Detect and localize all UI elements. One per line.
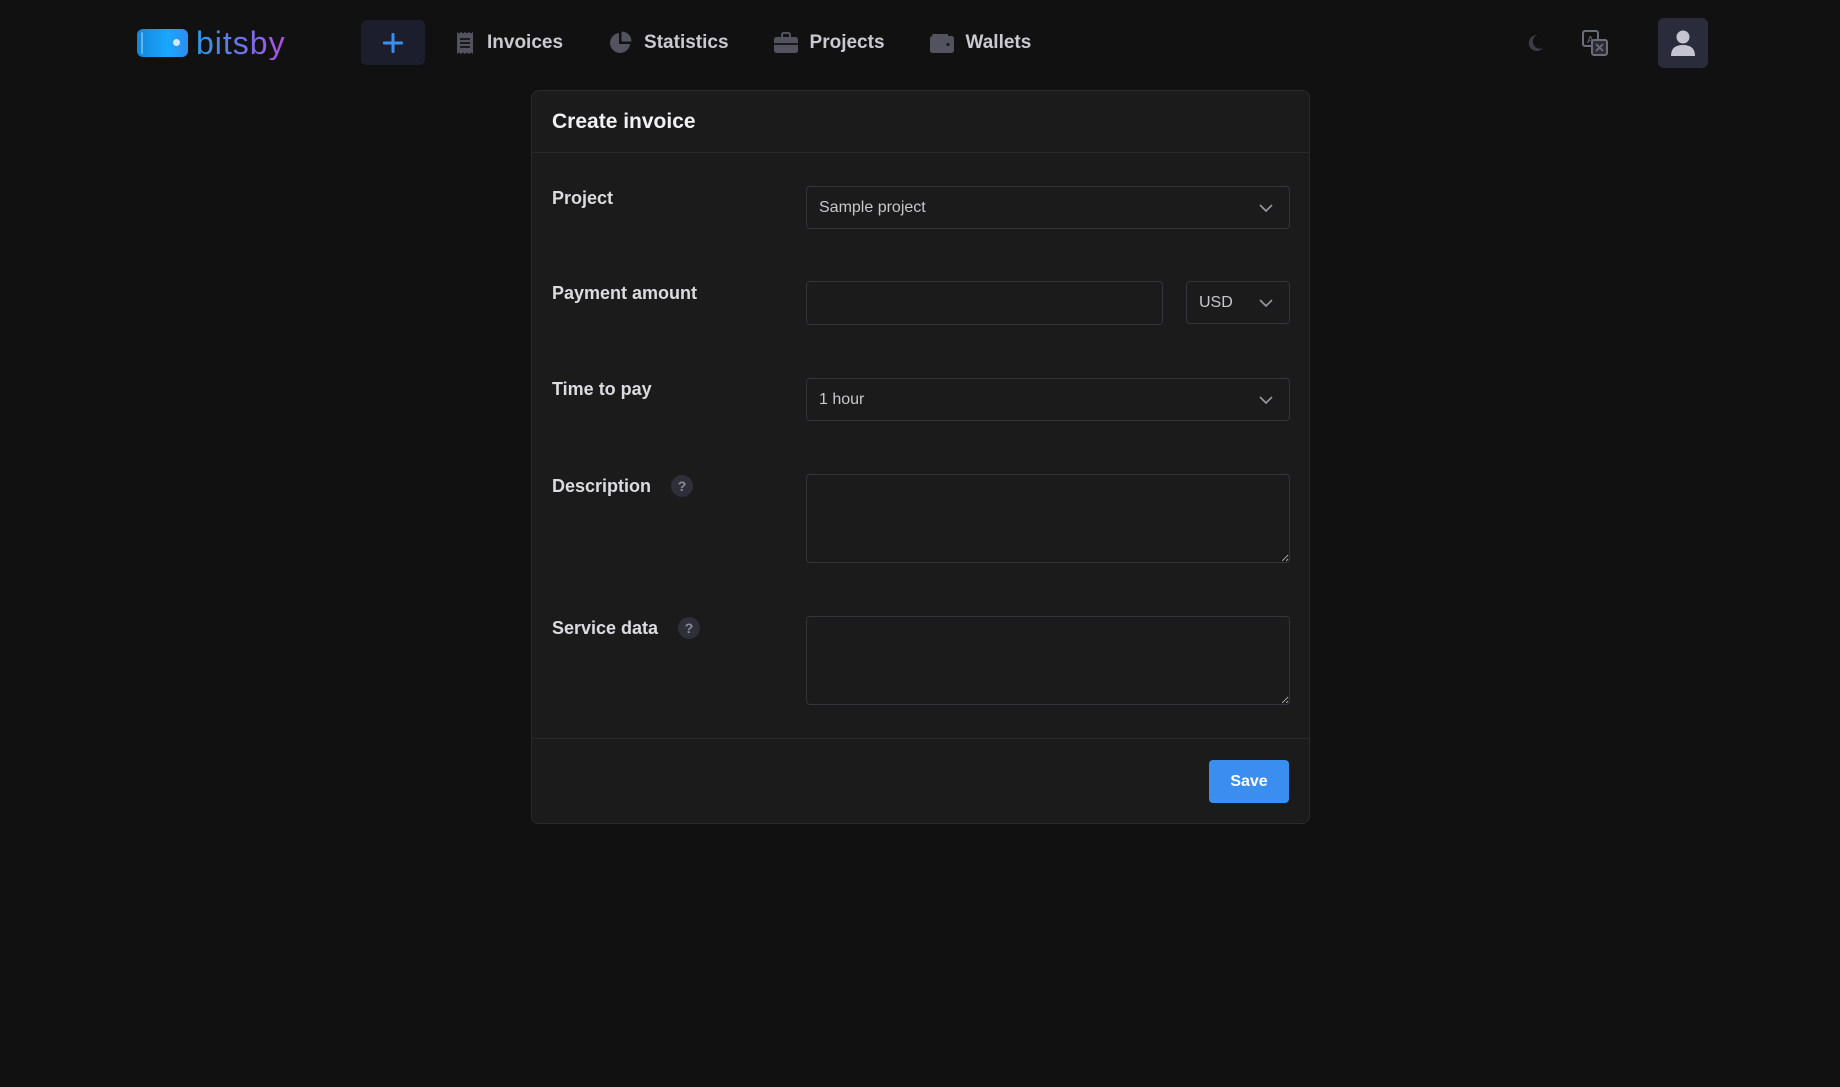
user-icon (1671, 30, 1695, 56)
time-to-pay-select[interactable]: 1 hour (806, 378, 1290, 421)
help-icon[interactable]: ? (678, 617, 701, 639)
card-footer: Save (532, 738, 1309, 824)
currency-select[interactable]: USD (1186, 281, 1290, 324)
description-label: Description (552, 475, 652, 496)
briefcase-icon (773, 31, 798, 53)
chevron-down-icon (1259, 298, 1273, 307)
profile-button[interactable] (1658, 18, 1708, 68)
nav-item-wallets[interactable]: Wallets (929, 20, 1032, 65)
project-select-value: Sample project (819, 198, 926, 216)
help-icon[interactable]: ? (671, 475, 694, 497)
theme-toggle-button[interactable] (1520, 28, 1550, 58)
receipt-icon (457, 31, 473, 54)
create-invoice-button[interactable] (361, 20, 425, 65)
nav-label: Statistics (644, 31, 729, 53)
brand-logo[interactable]: bitsby (137, 26, 286, 60)
card-header: Create invoice (532, 91, 1309, 153)
page-title: Create invoice (552, 109, 696, 133)
wallet-icon (929, 33, 954, 53)
nav-label: Invoices (487, 31, 564, 53)
chevron-down-icon (1259, 203, 1273, 212)
payment-amount-input[interactable] (806, 281, 1163, 325)
nav-item-invoices[interactable]: Invoices (455, 20, 563, 65)
service-data-label-group: Service data ? (552, 617, 701, 639)
nav-item-projects[interactable]: Projects (773, 20, 885, 65)
wallet-logo-icon (137, 29, 188, 57)
main-nav: Invoices Statistics Projects Wallets (455, 20, 1076, 65)
pie-chart-icon (610, 31, 632, 53)
project-label: Project (552, 188, 614, 208)
nav-label: Projects (809, 31, 885, 53)
plus-icon (383, 32, 403, 53)
payment-amount-label: Payment amount (552, 283, 698, 303)
top-navbar: bitsby Invoices Statistics Projects Wall… (0, 0, 1840, 86)
nav-label: Wallets (965, 31, 1032, 53)
currency-select-value: USD (1199, 293, 1233, 311)
description-textarea[interactable] (806, 474, 1290, 563)
service-data-label: Service data (552, 617, 659, 638)
description-label-group: Description ? (552, 475, 694, 497)
chevron-down-icon (1259, 395, 1273, 404)
nav-item-statistics[interactable]: Statistics (608, 20, 729, 65)
time-to-pay-select-value: 1 hour (819, 390, 865, 408)
moon-icon (1528, 34, 1543, 51)
brand-name: bitsby (196, 25, 286, 61)
save-button[interactable]: Save (1209, 760, 1289, 803)
language-button[interactable]: A (1580, 28, 1610, 58)
time-to-pay-label: Time to pay (552, 379, 652, 399)
service-data-textarea[interactable] (806, 616, 1290, 705)
translate-icon: A (1582, 30, 1608, 56)
project-select[interactable]: Sample project (806, 186, 1290, 229)
create-invoice-card: Create invoice Project Sample project Pa… (531, 90, 1310, 824)
